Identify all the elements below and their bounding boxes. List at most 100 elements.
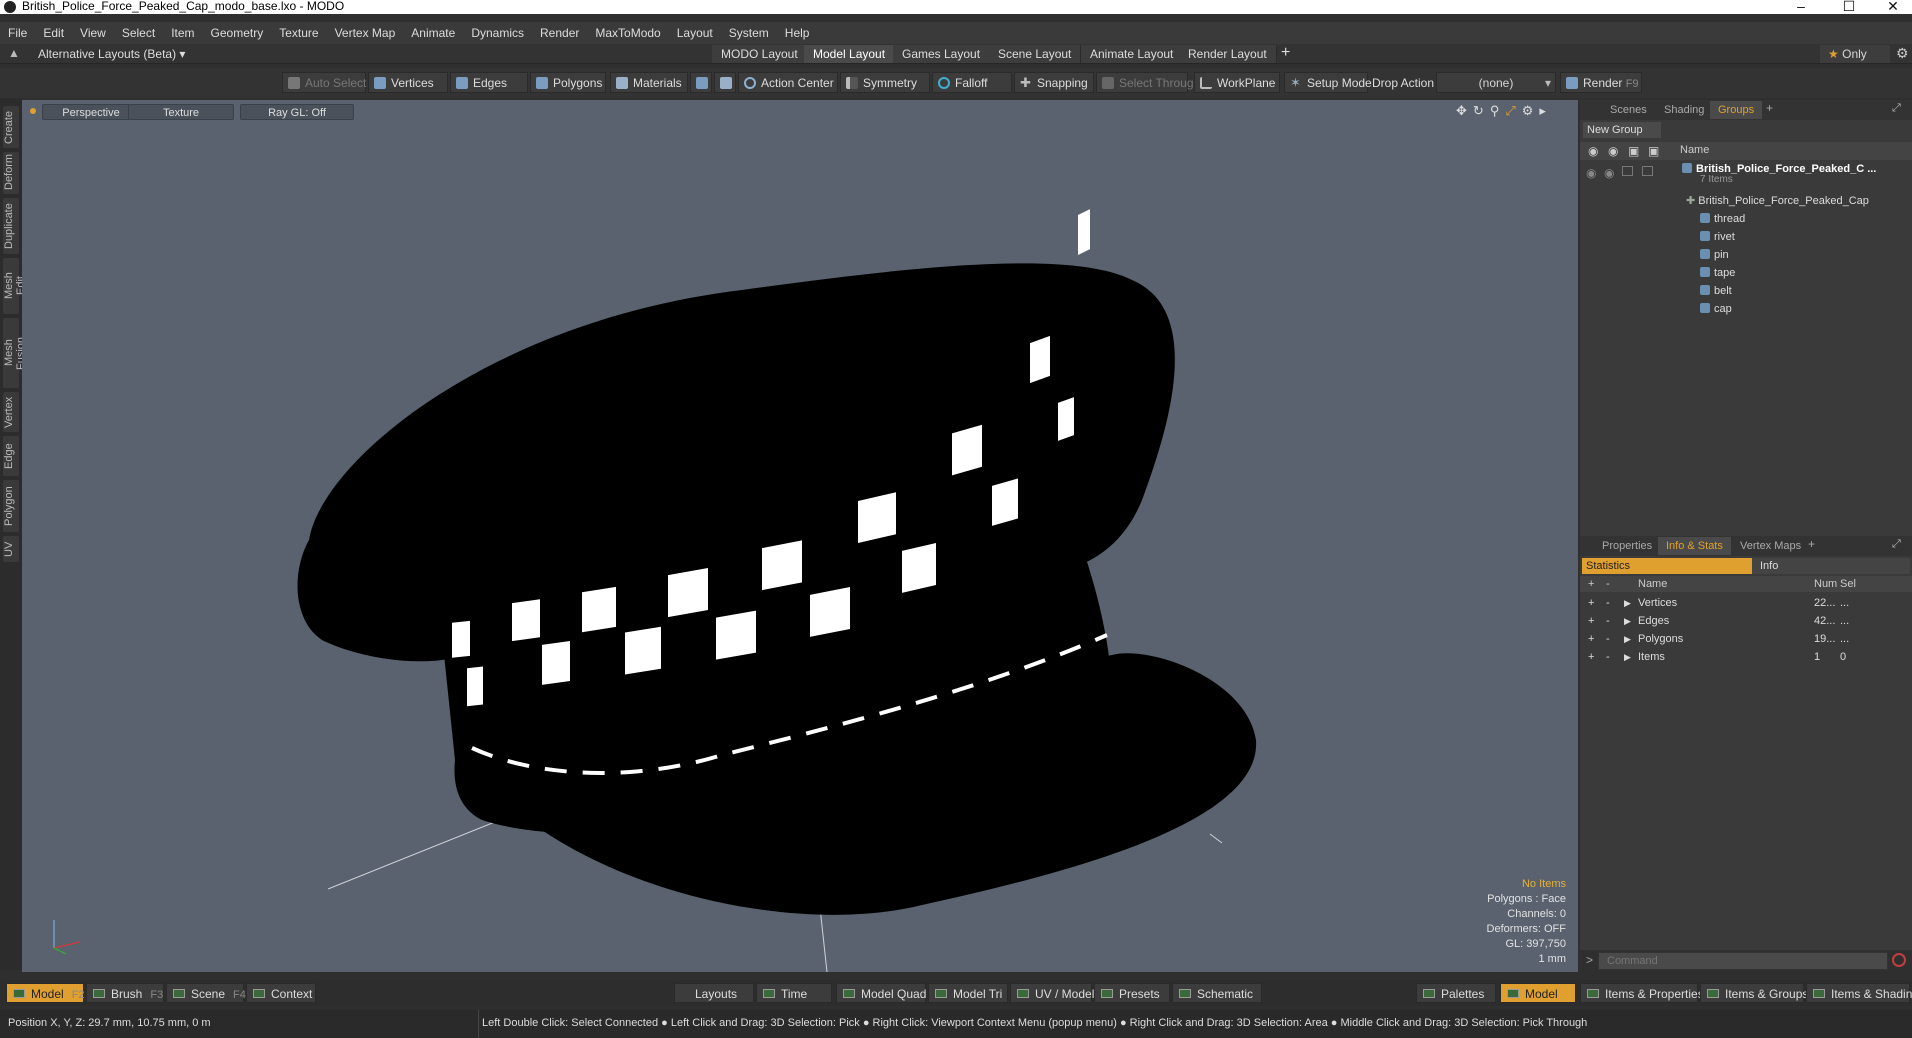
remove-icon[interactable]: -	[1606, 648, 1610, 666]
tree-item-belt[interactable]: belt	[1700, 282, 1732, 300]
brush-mode-button[interactable]: Brush F3	[86, 983, 164, 1003]
tree-item-thread[interactable]: thread	[1700, 210, 1745, 228]
menu-geometry[interactable]: Geometry	[203, 22, 272, 44]
items-groups-button[interactable]: Items & Groups	[1700, 983, 1808, 1003]
menu-vertex-map[interactable]: Vertex Map	[327, 22, 404, 44]
command-input[interactable]	[1598, 952, 1888, 970]
menu-layout[interactable]: Layout	[669, 22, 721, 44]
stat-row-polygons[interactable]: + - ▶ Polygons 19... ...	[1580, 630, 1912, 648]
gear-icon[interactable]: ⚙	[1896, 45, 1909, 62]
tab-properties[interactable]: Properties	[1594, 537, 1660, 555]
tab-animate-layout[interactable]: Animate Layout	[1081, 45, 1184, 63]
model-mode-button[interactable]: Model F2	[6, 983, 85, 1003]
add-icon[interactable]: +	[1588, 594, 1594, 612]
menu-dynamics[interactable]: Dynamics	[463, 22, 532, 44]
model-tri-button[interactable]: Model Tri	[928, 983, 1008, 1003]
menu-help[interactable]: Help	[777, 22, 818, 44]
tree-item-pin[interactable]: pin	[1700, 246, 1729, 264]
palettes-button[interactable]: Palettes	[1416, 983, 1496, 1003]
tab-create[interactable]: Create	[3, 106, 19, 148]
menu-edit[interactable]: Edit	[35, 22, 72, 44]
stat-row-edges[interactable]: + - ▶ Edges 42... ...	[1580, 612, 1912, 630]
tab-games-layout[interactable]: Games Layout	[893, 45, 991, 63]
tab-polygon[interactable]: Polygon	[3, 480, 19, 532]
collapse-all-icon[interactable]: -	[1606, 576, 1610, 592]
expand-arrow-icon[interactable]: ▶	[1624, 630, 1631, 648]
materials-button[interactable]: Materials	[610, 72, 688, 93]
time-button[interactable]: Time	[756, 983, 832, 1003]
subtab-info[interactable]: Info	[1752, 558, 1910, 574]
edges-button[interactable]: Edges	[450, 72, 528, 93]
tab-groups[interactable]: Groups	[1710, 101, 1763, 119]
tab-modo-layout[interactable]: MODO Layout	[712, 45, 808, 63]
items-properties-button[interactable]: Items & Properties	[1580, 983, 1704, 1003]
remove-icon[interactable]: -	[1606, 612, 1610, 630]
menu-render[interactable]: Render	[532, 22, 587, 44]
uv-model-button[interactable]: UV / Model	[1010, 983, 1094, 1003]
layouts-button[interactable]: Layouts	[674, 983, 754, 1003]
menu-system[interactable]: System	[721, 22, 777, 44]
tab-deform[interactable]: Deform	[3, 152, 19, 194]
layout-collapse-icon[interactable]: ▲	[8, 46, 20, 60]
add-icon[interactable]: +	[1588, 612, 1594, 630]
3d-viewport[interactable]: Perspective Texture Ray GL: Off ✥↻⚲⤢⚙▸ N…	[22, 100, 1578, 972]
tab-vertex[interactable]: Vertex	[3, 392, 19, 432]
action-center-button[interactable]: Action Center	[738, 72, 838, 93]
expand-arrow-icon[interactable]: ▶	[1624, 594, 1631, 612]
tab-info-stats[interactable]: Info & Stats	[1658, 537, 1731, 555]
menu-view[interactable]: View	[72, 22, 114, 44]
tab-model-layout[interactable]: Model Layout	[804, 45, 896, 63]
alternative-layouts-dropdown[interactable]: Alternative Layouts (Beta) ▾	[38, 47, 185, 61]
model-layout-button[interactable]: Model	[1500, 983, 1576, 1003]
select-mode-button[interactable]	[690, 72, 712, 93]
context-button[interactable]: Context	[246, 983, 316, 1003]
menu-animate[interactable]: Animate	[403, 22, 463, 44]
menu-maxtomodo[interactable]: MaxToModo	[587, 22, 668, 44]
maximize-icon[interactable]: ☐	[1826, 0, 1872, 14]
items-shading-button[interactable]: Items & Shading	[1806, 983, 1912, 1003]
only-button[interactable]: ★ Only	[1820, 45, 1890, 63]
add-tab-icon[interactable]: +	[1808, 537, 1815, 551]
snapping-button[interactable]: ✚ Snapping	[1014, 72, 1094, 93]
select-mode-2-button[interactable]	[714, 72, 736, 93]
expand-arrow-icon[interactable]: ▶	[1624, 648, 1631, 666]
add-tab-icon[interactable]: +	[1766, 101, 1773, 115]
tab-scene-layout[interactable]: Scene Layout	[989, 45, 1082, 63]
scene-mode-button[interactable]: Scene F4	[166, 983, 246, 1003]
model-quad-button[interactable]: Model Quad	[836, 983, 926, 1003]
polygons-button[interactable]: Polygons	[530, 72, 606, 93]
tab-vertex-maps[interactable]: Vertex Maps	[1732, 537, 1809, 555]
tab-mesh-edit[interactable]: Mesh Edit	[3, 258, 27, 314]
group-select-toggle[interactable]	[1642, 166, 1653, 176]
group-lock-toggle[interactable]	[1622, 166, 1633, 176]
tab-shading[interactable]: Shading	[1656, 101, 1712, 119]
presets-button[interactable]: Presets	[1094, 983, 1170, 1003]
add-icon[interactable]: +	[1588, 630, 1594, 648]
group-render-toggle[interactable]: ◉	[1604, 166, 1614, 180]
render-button[interactable]: Render F9	[1560, 72, 1642, 93]
stat-row-items[interactable]: + - ▶ Items 1 0	[1580, 648, 1912, 666]
menu-select[interactable]: Select	[114, 22, 163, 44]
setup-mode-button[interactable]: ✶ Setup Mode	[1284, 72, 1372, 93]
add-icon[interactable]: +	[1588, 648, 1594, 666]
menu-item[interactable]: Item	[163, 22, 202, 44]
schematic-button[interactable]: Schematic	[1172, 983, 1262, 1003]
select-through-button[interactable]: Select Through	[1096, 72, 1200, 93]
workplane-button[interactable]: WorkPlane	[1194, 72, 1280, 93]
expand-arrow-icon[interactable]: ▶	[1624, 612, 1631, 630]
expand-panel-icon[interactable]: ⤢	[1892, 102, 1901, 115]
tab-scenes[interactable]: Scenes	[1602, 101, 1655, 119]
drop-action-select[interactable]: (none) ▾	[1436, 72, 1556, 93]
menu-texture[interactable]: Texture	[271, 22, 326, 44]
expand-panel-icon[interactable]: ⤢	[1892, 538, 1901, 551]
symmetry-button[interactable]: Symmetry	[840, 72, 930, 93]
close-icon[interactable]: ✕	[1870, 0, 1912, 14]
stat-row-vertices[interactable]: + - ▶ Vertices 22... ...	[1580, 594, 1912, 612]
remove-icon[interactable]: -	[1606, 630, 1610, 648]
tab-mesh-fusion[interactable]: Mesh Fusion	[3, 318, 27, 388]
tree-item-rivet[interactable]: rivet	[1700, 228, 1735, 246]
remove-icon[interactable]: -	[1606, 594, 1610, 612]
new-group-button[interactable]: New Group	[1583, 122, 1661, 138]
tab-render-layout[interactable]: Render Layout	[1179, 45, 1277, 63]
add-layout-button[interactable]: +	[1281, 44, 1290, 62]
